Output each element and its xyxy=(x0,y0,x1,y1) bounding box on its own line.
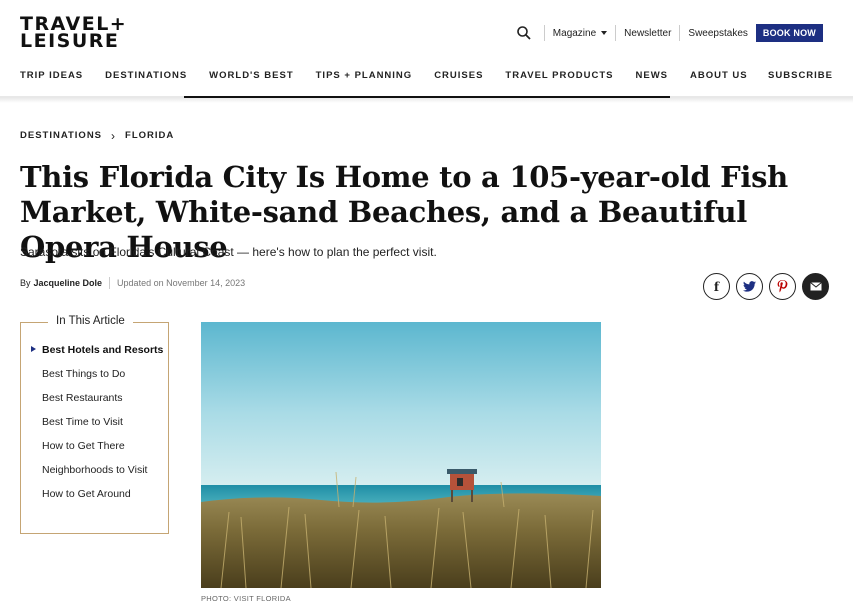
breadcrumb-florida[interactable]: FLORIDA xyxy=(125,130,174,141)
newsletter-link[interactable]: Newsletter xyxy=(624,28,671,39)
sweepstakes-link[interactable]: Sweepstakes xyxy=(688,28,747,39)
author-link[interactable]: Jacqueline Dole xyxy=(34,278,103,288)
magazine-label: Magazine xyxy=(552,27,597,39)
book-now-button[interactable]: BOOK NOW xyxy=(755,24,823,42)
pinterest-share-button[interactable] xyxy=(769,273,796,300)
breadcrumb-destinations[interactable]: DESTINATIONS xyxy=(20,130,102,141)
toc-item-best-hotels[interactable]: Best Hotels and Resorts xyxy=(31,342,168,358)
photo-credit: PHOTO: VISIT FLORIDA xyxy=(201,594,291,603)
nav-item-worlds-best[interactable]: WORLD'S BEST xyxy=(209,70,293,81)
toc-item-get-there[interactable]: How to Get There xyxy=(42,438,168,454)
byline: By Jacqueline Dole Updated on November 1… xyxy=(20,277,245,289)
facebook-share-button[interactable]: f xyxy=(703,273,730,300)
divider xyxy=(679,25,681,41)
email-share-button[interactable] xyxy=(802,273,829,300)
byline-prefix: By xyxy=(20,278,31,288)
toc-item-restaurants[interactable]: Best Restaurants xyxy=(42,390,168,406)
nav-item-trip-ideas[interactable]: TRIP IDEAS xyxy=(20,70,83,81)
subscribe-link[interactable]: SUBSCRIBE xyxy=(768,70,833,81)
hero-photo xyxy=(201,322,601,588)
facebook-icon: f xyxy=(713,279,720,294)
main-nav: TRIP IDEAS DESTINATIONS WORLD'S BEST TIP… xyxy=(20,70,833,81)
toc-item-neighborhoods[interactable]: Neighborhoods to Visit xyxy=(42,462,168,478)
site-logo[interactable]: TRAVEL+ LEISURE xyxy=(20,15,127,52)
pinterest-icon xyxy=(777,280,788,293)
email-icon xyxy=(809,282,822,291)
updated-date: Updated on November 14, 2023 xyxy=(117,278,246,288)
share-bar: f xyxy=(703,273,829,300)
article-dek: Sarasota sits on Florida's Cultural Coas… xyxy=(20,245,437,259)
utility-bar: Magazine Newsletter Sweepstakes BOOK NOW xyxy=(516,24,823,42)
logo-line-2: LEISURE xyxy=(20,30,120,52)
nav-item-tips-planning[interactable]: TIPS + PLANNING xyxy=(316,70,413,81)
toc-title: In This Article xyxy=(48,315,133,327)
nav-item-travel-products[interactable]: TRAVEL PRODUCTS xyxy=(505,70,613,81)
divider xyxy=(543,25,545,41)
nav-item-destinations[interactable]: DESTINATIONS xyxy=(105,70,187,81)
nav-item-about-us[interactable]: ABOUT US xyxy=(690,70,748,81)
divider xyxy=(615,25,617,41)
nav-item-cruises[interactable]: CRUISES xyxy=(434,70,483,81)
twitter-share-button[interactable] xyxy=(736,273,763,300)
breadcrumb: DESTINATIONS › FLORIDA xyxy=(20,128,174,143)
toc-item-get-around[interactable]: How to Get Around xyxy=(42,486,168,502)
divider xyxy=(109,277,111,289)
nav-active-underline xyxy=(184,96,670,98)
search-icon[interactable] xyxy=(516,25,532,41)
toc-item-things-to-do[interactable]: Best Things to Do xyxy=(42,366,168,382)
chevron-right-icon: › xyxy=(111,128,117,143)
twitter-icon xyxy=(743,281,756,292)
beach-image xyxy=(201,322,601,588)
toc-item-time-to-visit[interactable]: Best Time to Visit xyxy=(42,414,168,430)
magazine-menu[interactable]: Magazine xyxy=(552,27,608,39)
chevron-down-icon xyxy=(601,30,608,35)
nav-item-news[interactable]: NEWS xyxy=(636,70,669,81)
table-of-contents: In This Article Best Hotels and Resorts … xyxy=(20,315,169,534)
